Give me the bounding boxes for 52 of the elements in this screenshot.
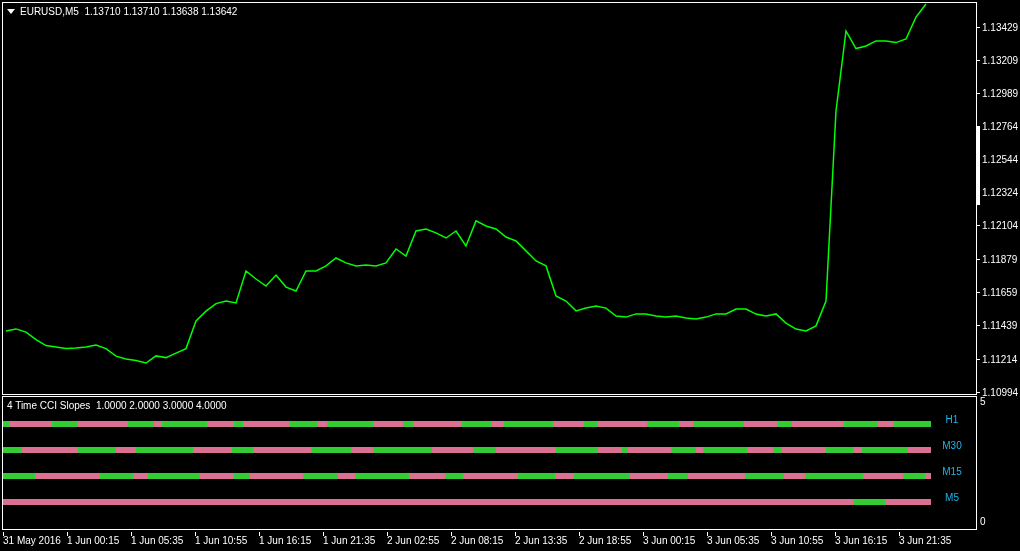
timeframe-label: M5 bbox=[944, 491, 960, 503]
time-label: 2 Jun 13:35 bbox=[515, 535, 568, 547]
time-label: 1 Jun 16:15 bbox=[259, 535, 312, 547]
time-label: 1 Jun 21:35 bbox=[323, 535, 376, 547]
chart-title: EURUSD,M5 1.13710 1.13710 1.13638 1.13642 bbox=[20, 6, 238, 18]
scale-label: 5 bbox=[980, 396, 986, 407]
time-label: 31 May 2016 bbox=[3, 535, 61, 547]
axis-tick bbox=[515, 532, 516, 536]
axis-tick bbox=[451, 532, 452, 536]
axis-tick bbox=[67, 532, 68, 536]
time-label: 3 Jun 21:35 bbox=[899, 535, 952, 547]
time-label: 1 Jun 00:15 bbox=[67, 535, 120, 547]
time-label: 1 Jun 05:35 bbox=[131, 535, 184, 547]
timeframe-label: H1 bbox=[944, 413, 960, 425]
time-label: 3 Jun 16:15 bbox=[835, 535, 888, 547]
price-label: 1.12989 bbox=[982, 87, 1019, 99]
scale-marker[interactable] bbox=[977, 127, 980, 205]
axis-tick bbox=[323, 532, 324, 536]
time-label: 3 Jun 10:55 bbox=[771, 535, 824, 547]
price-label: 1.11879 bbox=[982, 254, 1018, 266]
axis-tick bbox=[835, 532, 836, 536]
axis-tick bbox=[579, 532, 580, 536]
price-label: 1.13429 bbox=[982, 21, 1019, 33]
time-label: 1 Jun 10:55 bbox=[195, 535, 248, 547]
axis-tick bbox=[387, 532, 388, 536]
price-label: 1.11659 bbox=[982, 287, 1018, 299]
price-label: 1.12544 bbox=[982, 154, 1019, 166]
price-label: 1.10994 bbox=[982, 386, 1019, 398]
price-label: 1.11214 bbox=[982, 353, 1018, 365]
price-label: 1.12764 bbox=[982, 121, 1019, 133]
indicator-title: 4 Time CCI Slopes 1.0000 2.0000 3.0000 4.0000 bbox=[7, 400, 228, 412]
price-label: 1.13209 bbox=[982, 54, 1019, 66]
price-label: 1.11439 bbox=[982, 320, 1018, 332]
time-label: 2 Jun 08:15 bbox=[451, 535, 504, 547]
time-label: 2 Jun 18:55 bbox=[579, 535, 632, 547]
axis-tick bbox=[259, 532, 260, 536]
time-label: 3 Jun 05:35 bbox=[707, 535, 760, 547]
timeframe-label: M30 bbox=[941, 439, 963, 451]
axis-tick bbox=[899, 532, 900, 536]
axis-tick bbox=[771, 532, 772, 536]
axis-tick bbox=[3, 532, 4, 536]
axis-tick bbox=[707, 532, 708, 536]
price-label: 1.12104 bbox=[982, 220, 1019, 232]
axis-tick bbox=[131, 532, 132, 536]
time-label: 2 Jun 02:55 bbox=[387, 535, 440, 547]
time-label: 3 Jun 00:15 bbox=[643, 535, 696, 547]
axis-tick bbox=[195, 532, 196, 536]
price-label: 1.12324 bbox=[982, 187, 1019, 199]
axis-tick bbox=[643, 532, 644, 536]
scale-label: 0 bbox=[980, 516, 986, 527]
dropdown-triangle-icon[interactable] bbox=[7, 9, 15, 15]
timeframe-label: M15 bbox=[941, 465, 963, 477]
